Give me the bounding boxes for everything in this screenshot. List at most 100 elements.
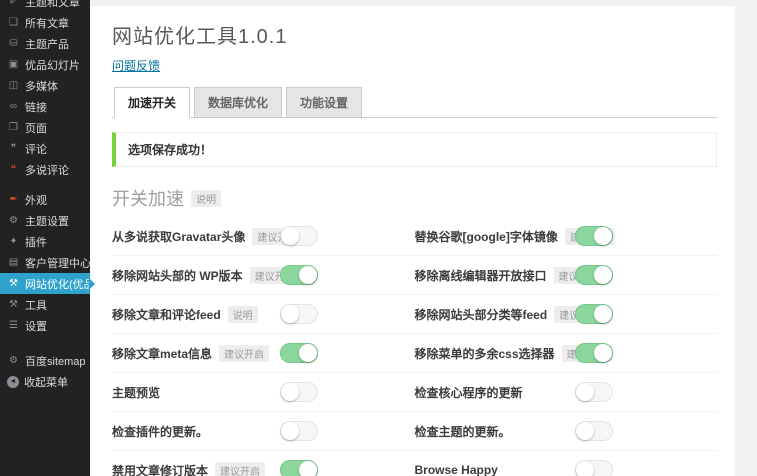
setting-toggle[interactable]: [280, 343, 318, 363]
notice-text: 选项保存成功！: [128, 143, 213, 157]
setting-row: 检查插件的更新。 检查主题的更新。: [112, 412, 717, 451]
collapse-arrow-icon: ◄: [7, 375, 19, 388]
setting-toggle[interactable]: [574, 304, 613, 324]
sidebar-item-label: 插件: [25, 236, 47, 249]
sidebar-item-优品幻灯片[interactable]: ▣ 优品幻灯片: [0, 54, 90, 75]
setting-label: 移除文章meta信息: [112, 346, 213, 361]
sidebar-item-label: 多说评论: [25, 164, 69, 177]
setting-cell: 替换谷歌[google]字体镜像建议开启: [415, 217, 718, 255]
setting-cell: 检查主题的更新。: [415, 412, 718, 450]
setting-label: 检查核心程序的更新: [414, 385, 523, 400]
toggle-knob: [593, 344, 612, 362]
sidebar-item-主题设置[interactable]: ⚙ 主题设置: [0, 210, 90, 231]
setting-row: 禁用文章修订版本 建议开启 Browse Happy: [112, 451, 717, 476]
setting-toggle[interactable]: [574, 460, 613, 476]
setting-row: 从多说获取Gravatar头像建议开启替换谷歌[google]字体镜像建议开启: [112, 217, 717, 256]
setting-row: 移除网站头部的 WP版本建议开启移除离线编辑器开放接口建议开启: [112, 256, 717, 295]
sidebar-item-label: 页面: [25, 122, 47, 135]
sidebar-item-设置[interactable]: ☰ 设置: [0, 315, 90, 336]
tab-数据库优化[interactable]: 数据库优化: [194, 87, 283, 118]
sidebar-group: ⚙ 百度sitemap ◄ 收起菜单: [0, 350, 90, 392]
setting-label: 移除网站头部的 WP版本: [112, 268, 243, 283]
sidebar-item-链接[interactable]: ∞ 链接: [0, 96, 90, 117]
sidebar-item-label: 主题产品: [25, 38, 69, 51]
wrench-icon: ⚒: [9, 278, 18, 289]
sidebar-item-label: 网站优化(优品版): [25, 278, 110, 291]
sidebar-item-收起菜单[interactable]: ◄ 收起菜单: [0, 371, 90, 392]
tools-icon: ⚒: [9, 299, 18, 310]
section-title: 开关加速: [112, 189, 184, 209]
tab-bar: 加速开关 数据库优化 功能设置: [112, 87, 717, 118]
main-content: 网站优化工具1.0.1 问题反馈 加速开关 数据库优化 功能设置 选项保存成功！ 开…: [90, 6, 735, 476]
setting-label: 禁用文章修订版本: [112, 463, 209, 476]
setting-toggle[interactable]: [280, 265, 318, 285]
setting-cell: 移除网站头部的 WP版本 建议开启: [112, 256, 415, 294]
sidebar-item-页面[interactable]: ❐ 页面: [0, 117, 90, 138]
setting-toggle[interactable]: [574, 265, 613, 285]
toggle-knob: [299, 266, 317, 284]
sidebar-item-label: 百度sitemap: [25, 355, 86, 368]
setting-label: 检查主题的更新。: [414, 424, 511, 439]
setting-label: 替换谷歌[google]字体镜像: [414, 229, 558, 244]
posts-icon: ❏: [9, 17, 18, 28]
toggle-knob: [299, 461, 317, 476]
setting-toggle[interactable]: [574, 343, 613, 363]
sidebar-item-客户管理中心[interactable]: ▤ 客户管理中心: [0, 252, 91, 273]
sidebar-item-工具[interactable]: ⚒ 工具: [0, 294, 90, 315]
success-notice: 选项保存成功！: [112, 132, 717, 167]
toggle-knob: [281, 422, 299, 440]
gear-icon: ⚙: [9, 355, 18, 366]
setting-toggle[interactable]: [280, 421, 318, 441]
sidebar-item-多说评论[interactable]: ❝ 多说评论: [0, 159, 90, 180]
setting-label: 移除文章和评论feed: [112, 307, 221, 322]
setting-row: 主题预览 检查核心程序的更新: [112, 373, 717, 412]
setting-cell: 禁用文章修订版本 建议开启: [112, 451, 415, 476]
media-icon: ◫: [8, 80, 19, 91]
setting-toggle[interactable]: [280, 226, 318, 246]
section-help-badge[interactable]: 说明: [191, 189, 221, 207]
setting-toggle[interactable]: [280, 382, 318, 402]
tab-加速开关[interactable]: 加速开关: [114, 87, 191, 118]
setting-toggle[interactable]: [280, 460, 318, 476]
sidebar-item-label: 客户管理中心: [25, 257, 91, 270]
sidebar-group: ✒ 外观 ⚙ 主题设置 ✦ 插件 ▤ 客户管理中心 ⚒ 网站优化(优品版) ⚒ 工具 ☰ 设置: [0, 189, 109, 336]
sidebar-item-label: 优品幻灯片: [25, 59, 80, 72]
setting-label: 移除菜单的多余css选择器: [414, 346, 555, 361]
setting-cell: 移除文章meta信息 建议开启: [112, 334, 415, 372]
toggle-knob: [575, 422, 594, 440]
setting-label: 主题预览: [112, 385, 161, 400]
toggle-knob: [593, 305, 612, 323]
sidebar-item-评论[interactable]: ❞ 评论: [0, 138, 90, 159]
setting-label: 移除离线编辑器开放接口: [414, 268, 547, 283]
sidebar-item-label: 外观: [25, 194, 47, 207]
sidebar-item-主题产品[interactable]: ⛁ 主题产品: [0, 33, 90, 54]
settings-list: 从多说获取Gravatar头像建议开启替换谷歌[google]字体镜像建议开启移…: [112, 217, 717, 476]
page-title: 网站优化工具1.0.1: [112, 26, 288, 48]
comments-icon: ❞: [10, 143, 17, 154]
sidebar-item-主题和文章[interactable]: ✐ 主题和文章: [0, 0, 90, 12]
sidebar-item-所有文章[interactable]: ❏ 所有文章: [0, 12, 90, 33]
slides-icon: ▣: [8, 59, 19, 70]
toggle-knob: [593, 266, 612, 284]
sidebar-item-网站优化(优品版)[interactable]: ⚒ 网站优化(优品版): [0, 273, 109, 294]
sidebar-item-label: 收起菜单: [24, 376, 68, 389]
setting-toggle[interactable]: [574, 421, 613, 441]
setting-cell: 检查插件的更新。: [112, 412, 415, 450]
sidebar-item-百度sitemap[interactable]: ⚙ 百度sitemap: [0, 350, 90, 371]
sidebar-item-label: 设置: [25, 320, 47, 333]
sidebar-item-外观[interactable]: ✒ 外观: [0, 189, 90, 210]
sidebar-item-多媒体[interactable]: ◫ 多媒体: [0, 75, 90, 96]
toggle-knob: [281, 227, 299, 245]
sidebar-item-label: 主题和文章: [25, 0, 80, 9]
setting-toggle[interactable]: [280, 304, 318, 324]
setting-toggle[interactable]: [574, 382, 613, 402]
feedback-link[interactable]: 问题反馈: [112, 57, 160, 74]
pages-icon: ❐: [9, 122, 18, 133]
tab-功能设置[interactable]: 功能设置: [286, 87, 363, 118]
setting-label: 检查插件的更新。: [112, 424, 209, 439]
setting-cell: 移除网站头部分类等feed建议开启: [415, 295, 718, 333]
setting-toggle[interactable]: [574, 226, 613, 246]
sidebar-item-插件[interactable]: ✦ 插件: [0, 231, 90, 252]
cart-icon: ⛁: [9, 38, 18, 49]
setting-cell: Browse Happy: [415, 451, 718, 476]
